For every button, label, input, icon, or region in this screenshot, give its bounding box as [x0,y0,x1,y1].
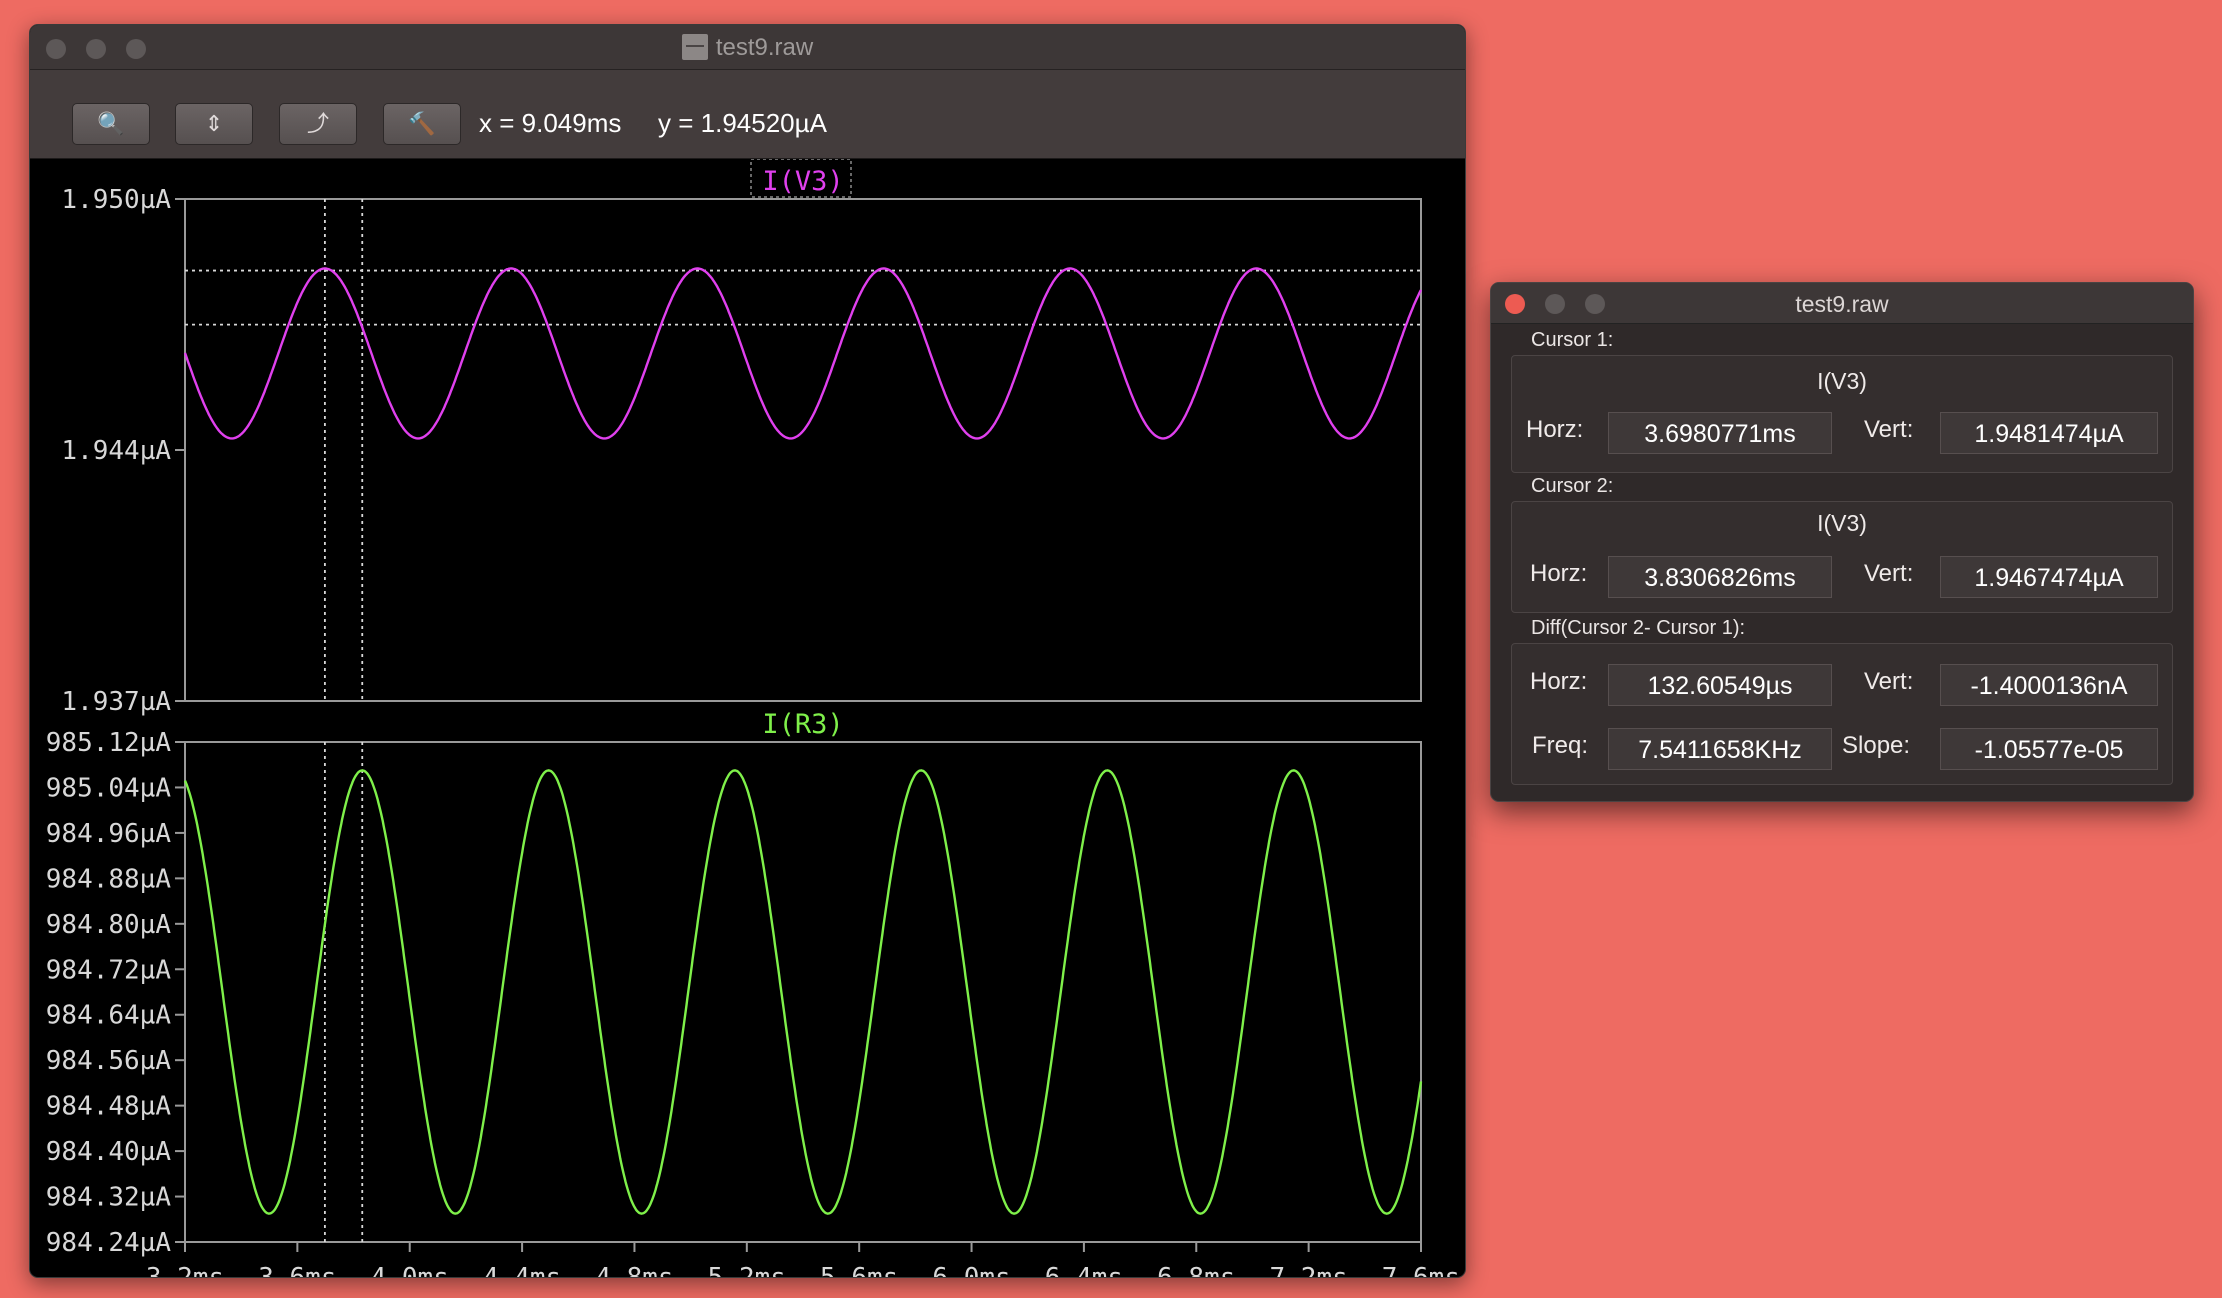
x-tick-label: 4.8ms [595,1263,673,1277]
cursor-window: test9.raw Cursor 1: I(V3) Horz: 3.698077… [1490,282,2194,802]
x-tick-label: 6.8ms [1157,1263,1235,1277]
cursor1-vert-label: Vert: [1864,416,1914,443]
y-tick-label: 984.32µA [46,1183,172,1213]
add-trace-icon: ⤴ [306,111,329,136]
window-title: test9.raw [30,25,1465,69]
diff-vert-label: Vert: [1864,668,1914,695]
zoom-tool-button[interactable]: 🔍 [72,103,150,145]
y-tick-label: 984.72µA [46,955,172,985]
x-tick-label: 6.0ms [932,1263,1010,1277]
y-readout: y = 1.94520µA [658,108,827,138]
x-tick-label: 4.4ms [483,1263,561,1277]
hammer-icon: 🔨 [408,111,436,136]
y-tick-label: 984.56µA [46,1046,172,1076]
window-title: test9.raw [1795,291,1889,317]
document-icon [681,34,708,60]
diff-freq-label: Freq: [1532,732,1589,759]
cursor2-trace: I(V3) [1817,510,1867,536]
autoscale-icon: ⇕ [204,111,224,136]
cursor2-horz-label: Horz: [1530,560,1588,587]
diff-slope-field[interactable]: -1.05577e-05 [1940,728,2158,770]
x-tick-label: 5.2ms [708,1263,786,1277]
cursor2-horz-field[interactable]: 3.8306826ms [1608,556,1832,598]
y-tick-label: 1.950µA [61,185,171,215]
x-tick-label: 5.6ms [820,1263,898,1277]
hammer-tool-button[interactable]: 🔨 [383,103,461,145]
plot-frame-r3 [184,741,1422,1243]
y-tick-label: 984.64µA [46,1001,172,1031]
cursor1-label: Cursor 1: [1531,329,1614,351]
series-line-r3 [183,769,1423,1215]
y-tick-label: 985.12µA [46,728,172,758]
zoom-icon: 🔍 [97,111,125,136]
x-tick-label: 7.6ms [1382,1263,1460,1277]
diff-vert-field[interactable]: -1.4000136nA [1940,664,2158,706]
x-tick-label: 6.4ms [1045,1263,1123,1277]
x-readout: x = 9.049ms [479,108,622,138]
waveform-titlebar[interactable]: test9.raw [30,25,1465,70]
cursor2-group: I(V3) Horz: 3.8306826ms Vert: 1.9467474µ… [1511,501,2173,613]
cursor2-label: Cursor 2: [1531,475,1614,497]
y-tick-label: 984.24µA [46,1228,172,1258]
x-tick-label: 4.0ms [371,1263,449,1277]
cursor1-horz-label: Horz: [1526,416,1584,443]
y-tick-label: 984.96µA [46,819,172,849]
toolbar: 🔍 ⇕ ⤴ 🔨 x = 9.049ms y = 1.94520µA [30,70,1465,159]
cursor-window-titlebar[interactable]: test9.raw [1491,283,2193,324]
y-tick-label: 1.937µA [61,687,171,717]
y-tick-label: 1.944µA [61,436,171,466]
y-tick-label: 984.40µA [46,1137,172,1167]
waveform-window: test9.raw 🔍 ⇕ ⤴ 🔨 x = 9.049ms y = 1.9452… [29,24,1466,1278]
cursor1-horz-field[interactable]: 3.6980771ms [1608,412,1832,454]
y-tick-label: 985.04µA [46,773,172,803]
series-line-v3 [183,267,1423,440]
diff-horz-label: Horz: [1530,668,1588,695]
diff-label: Diff(Cursor 2- Cursor 1): [1531,617,1746,639]
autoscale-button[interactable]: ⇕ [175,103,253,145]
cursor2-vert-field[interactable]: 1.9467474µA [1940,556,2158,598]
plot-frame-v3 [184,198,1422,702]
diff-horz-field[interactable]: 132.60549µs [1608,664,1832,706]
add-trace-button[interactable]: ⤴ [279,103,357,145]
x-tick-label: 7.2ms [1269,1263,1347,1277]
plot-area[interactable]: I(V3) 1.950µA 1.944µA 1.937µA I(R3) 985.12µA 9… [30,159,1465,1277]
cursor2-vert-label: Vert: [1864,560,1914,587]
cursor1-group: I(V3) Horz: 3.6980771ms Vert: 1.9481474µ… [1511,355,2173,473]
y-tick-label: 984.88µA [46,864,172,894]
y-tick-label: 984.48µA [46,1092,172,1122]
diff-slope-label: Slope: [1842,732,1911,759]
y-tick-label: 984.80µA [46,910,172,940]
diff-group: Horz: 132.60549µs Vert: -1.4000136nA Fre… [1511,643,2173,785]
cursor1-trace: I(V3) [1817,368,1867,394]
x-tick-label: 3.6ms [258,1263,336,1277]
x-tick-label: 3.2ms [146,1263,224,1277]
diff-freq-field[interactable]: 7.5411658KHz [1608,728,1832,770]
trace-title-v3: I(V3) [762,166,843,197]
cursor1-vert-field[interactable]: 1.9481474µA [1940,412,2158,454]
trace-title-r3: I(R3) [762,709,843,740]
